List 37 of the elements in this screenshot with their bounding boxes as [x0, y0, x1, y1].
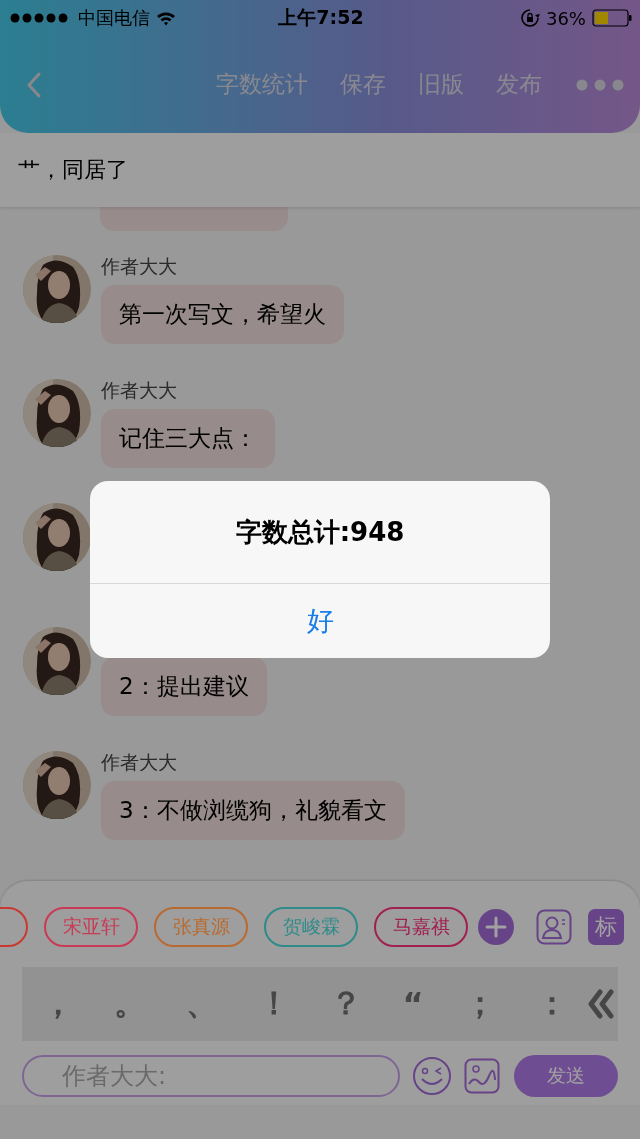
- rotation-lock-icon: [519, 8, 540, 28]
- message-bubble: 第一次写文，希望火: [101, 285, 344, 344]
- clock-time: 上午7:52: [278, 5, 364, 30]
- character-tag[interactable]: 马嘉祺: [374, 907, 468, 947]
- battery-percent: 36%: [545, 7, 586, 29]
- wink-emoji-icon[interactable]: [412, 1056, 452, 1096]
- wifi-icon: [156, 10, 176, 26]
- nav-action[interactable]: 字数统计: [212, 69, 312, 100]
- image-icon[interactable]: [464, 1058, 500, 1094]
- carrier-name: 中国电信: [78, 6, 150, 30]
- send-button[interactable]: 发送: [514, 1055, 618, 1097]
- punctuation-key[interactable]: ；: [457, 982, 502, 1026]
- punctuation-key[interactable]: 。: [108, 982, 153, 1026]
- author-name: 作者大大: [101, 379, 177, 401]
- punctuation-key[interactable]: 、: [180, 982, 225, 1026]
- message-bubble: 3：不做浏缆狗，礼貌看文: [101, 781, 405, 840]
- punctuation-key[interactable]: ：: [529, 982, 574, 1026]
- add-icon[interactable]: [478, 909, 514, 945]
- person-icon[interactable]: [536, 909, 572, 945]
- ok-button[interactable]: 好: [90, 584, 550, 658]
- double-chevron-icon[interactable]: [588, 989, 614, 1019]
- punctuation-key[interactable]: “: [396, 982, 430, 1026]
- more-icon[interactable]: [576, 78, 624, 91]
- author-name: 作者大大: [101, 751, 177, 773]
- battery-icon: [592, 9, 632, 27]
- author-name: 作者大大: [101, 255, 177, 277]
- character-tag[interactable]: 张真源: [154, 907, 248, 947]
- punctuation-key[interactable]: ，: [36, 982, 81, 1026]
- punctuation-key[interactable]: ！: [252, 982, 297, 1026]
- character-tag[interactable]: 贺峻霖: [264, 907, 358, 947]
- tag-button[interactable]: 标: [588, 909, 624, 945]
- story-title: 艹，同居了: [18, 156, 128, 184]
- punctuation-key[interactable]: ？: [324, 982, 369, 1026]
- message-bubble: 记住三大点：: [101, 409, 275, 468]
- message-bubble: 2：提出建议: [101, 657, 267, 716]
- character-tag[interactable]: 宋亚轩: [44, 907, 138, 947]
- alert-message: 字数总计:948: [90, 481, 550, 584]
